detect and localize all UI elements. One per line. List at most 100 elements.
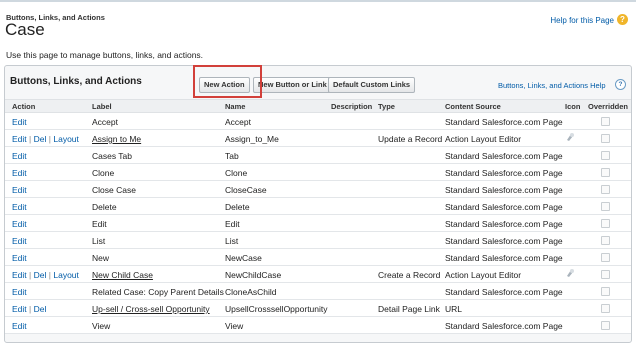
table-row: Edit Cases Tab Tab Standard Salesforce.com … xyxy=(5,147,631,164)
col-description: Description xyxy=(331,102,373,111)
action-separator: | xyxy=(29,134,32,144)
edit-link[interactable]: Edit xyxy=(12,185,27,195)
row-actions: Edit xyxy=(12,202,27,212)
row-label: Close Case xyxy=(92,185,136,195)
col-label: Label xyxy=(92,102,112,111)
overridden-checkbox[interactable] xyxy=(601,304,610,313)
row-label[interactable]: Assign to Me xyxy=(92,134,141,144)
row-name: Tab xyxy=(225,151,239,161)
layout-link[interactable]: Layout xyxy=(53,134,79,144)
overridden-checkbox[interactable] xyxy=(601,185,610,194)
overridden-checkbox[interactable] xyxy=(601,253,610,262)
table-row: Edit New NewCase Standard Salesforce.com Pa… xyxy=(5,249,631,266)
overridden-checkbox[interactable] xyxy=(601,236,610,245)
row-name: CloneAsChild xyxy=(225,287,277,297)
row-name: Edit xyxy=(225,219,240,229)
edit-link[interactable]: Edit xyxy=(12,236,27,246)
overridden-checkbox[interactable] xyxy=(601,117,610,126)
table-row: Edit | Del | Layout Assign to Me Assign_to… xyxy=(5,130,631,147)
col-icon: Icon xyxy=(565,102,581,111)
row-actions: Edit | Del | Layout xyxy=(12,134,79,144)
row-label[interactable]: Up-sell / Cross-sell Opportunity xyxy=(92,304,210,314)
overridden-checkbox[interactable] xyxy=(601,168,610,177)
table-row: Edit List List Standard Salesforce.com Page xyxy=(5,232,631,249)
col-overridden: Overridden xyxy=(588,102,629,111)
del-link[interactable]: Del xyxy=(34,304,47,314)
row-name: Clone xyxy=(225,168,248,178)
row-actions: Edit | Del | Layout xyxy=(12,270,79,280)
row-label: New xyxy=(92,253,110,263)
edit-link[interactable]: Edit xyxy=(12,202,27,212)
action-separator: | xyxy=(48,134,51,144)
overridden-checkbox[interactable] xyxy=(601,202,610,211)
row-label: Cases Tab xyxy=(92,151,133,161)
row-content-source: Standard Salesforce.com Page xyxy=(445,168,563,178)
row-content-source: Standard Salesforce.com Page xyxy=(445,253,563,263)
table-row: Edit Edit Edit Standard Salesforce.com Page xyxy=(5,215,631,232)
row-content-source: Action Layout Editor xyxy=(445,270,522,280)
row-actions: Edit xyxy=(12,219,27,229)
row-content-source: Standard Salesforce.com Page xyxy=(445,202,563,212)
row-content-source: Standard Salesforce.com Page xyxy=(445,287,563,297)
new-button-or-link-button[interactable]: New Button or Link xyxy=(253,77,332,93)
edit-link[interactable]: Edit xyxy=(12,321,27,331)
row-type: Create a Record xyxy=(378,270,441,280)
edit-link[interactable]: Edit xyxy=(12,253,27,263)
del-link[interactable]: Del xyxy=(34,134,47,144)
table-header: Action Label Name Description Type Conte… xyxy=(5,99,631,113)
page-description: Use this page to manage buttons, links, … xyxy=(6,50,204,60)
help-badge-icon[interactable]: ? xyxy=(617,14,628,25)
col-content-source: Content Source xyxy=(445,102,501,111)
row-content-source: Standard Salesforce.com Page xyxy=(445,321,563,331)
action-separator: | xyxy=(29,304,32,314)
del-link[interactable]: Del xyxy=(34,270,47,280)
edit-link[interactable]: Edit xyxy=(12,117,27,127)
panel-title: Buttons, Links, and Actions xyxy=(10,76,142,87)
edit-link[interactable]: Edit xyxy=(12,304,27,314)
table-row: Edit Accept Accept Standard Salesforce.com … xyxy=(5,113,631,130)
edit-link[interactable]: Edit xyxy=(12,168,27,178)
page-title: Case xyxy=(5,20,45,39)
overridden-checkbox[interactable] xyxy=(601,134,610,143)
col-action: Action xyxy=(12,102,36,111)
row-actions: Edit xyxy=(12,168,27,178)
help-for-page-link[interactable]: Help for this Page xyxy=(550,16,614,25)
row-name: CloseCase xyxy=(225,185,267,195)
default-custom-links-button[interactable]: Default Custom Links xyxy=(328,77,416,93)
edit-link[interactable]: Edit xyxy=(12,151,27,161)
edit-link[interactable]: Edit xyxy=(12,270,27,280)
row-content-source: URL xyxy=(445,304,463,314)
row-label: Accept xyxy=(92,117,118,127)
row-content-source: Standard Salesforce.com Page xyxy=(445,151,563,161)
row-label: Edit xyxy=(92,219,107,229)
overridden-checkbox[interactable] xyxy=(601,287,610,296)
buttons-links-actions-panel: Buttons, Links, and Actions New Action N… xyxy=(4,65,632,343)
row-actions: Edit xyxy=(12,321,27,331)
row-type: Detail Page Link xyxy=(378,304,440,314)
action-icon xyxy=(567,269,574,277)
table-row: Edit Clone Clone Standard Salesforce.com Pa… xyxy=(5,164,631,181)
row-name: Accept xyxy=(225,117,251,127)
row-label: List xyxy=(92,236,106,246)
panel-help-link[interactable]: Buttons, Links, and Actions Help xyxy=(498,81,606,90)
overridden-checkbox[interactable] xyxy=(601,270,610,279)
highlight-box xyxy=(193,65,262,98)
row-actions: Edit xyxy=(12,117,27,127)
overridden-checkbox[interactable] xyxy=(601,321,610,330)
edit-link[interactable]: Edit xyxy=(12,134,27,144)
edit-link[interactable]: Edit xyxy=(12,287,27,297)
row-actions: Edit xyxy=(12,287,27,297)
row-label[interactable]: New Child Case xyxy=(92,270,153,280)
row-content-source: Action Layout Editor xyxy=(445,134,522,144)
overridden-checkbox[interactable] xyxy=(601,151,610,160)
row-content-source: Standard Salesforce.com Page xyxy=(445,219,563,229)
overridden-checkbox[interactable] xyxy=(601,219,610,228)
row-label: Clone xyxy=(92,168,115,178)
layout-link[interactable]: Layout xyxy=(53,270,79,280)
row-actions: Edit xyxy=(12,151,27,161)
action-separator: | xyxy=(29,270,32,280)
help-question-icon[interactable]: ? xyxy=(615,79,626,90)
col-name: Name xyxy=(225,102,246,111)
row-content-source: Standard Salesforce.com Page xyxy=(445,185,563,195)
edit-link[interactable]: Edit xyxy=(12,219,27,229)
